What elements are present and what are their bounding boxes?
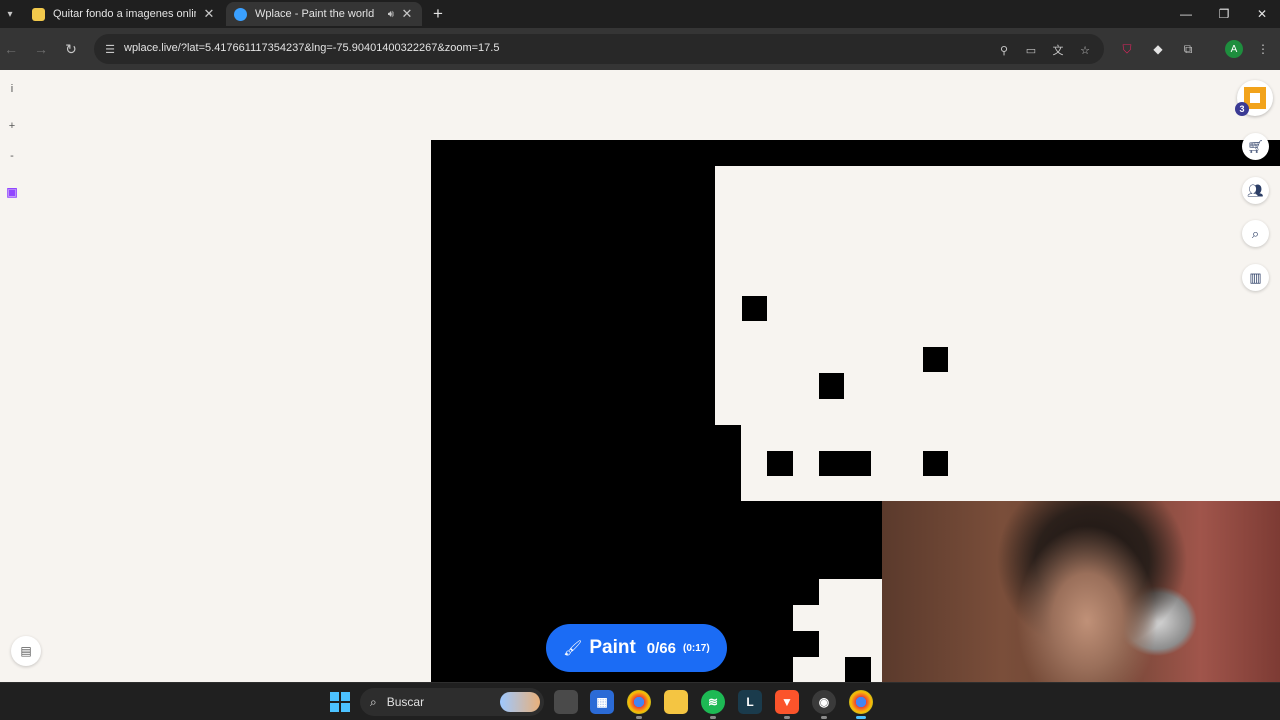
windows-taskbar: ⌕ Buscar ▦ ≋ L ▼ ◉ <box>0 682 1280 720</box>
paint-timer: (0:17) <box>683 642 710 654</box>
profile-avatar[interactable]: A <box>1225 40 1243 58</box>
tab-title: Quitar fondo a imagenes online <box>53 8 196 20</box>
install-app-icon[interactable]: ▭ <box>1023 42 1039 58</box>
canvas-pixel <box>742 296 767 321</box>
menu-kebab-icon[interactable]: ⋮ <box>1254 40 1272 58</box>
spotify-icon[interactable]: ≋ <box>701 690 725 719</box>
close-tab-icon[interactable]: ✕ <box>202 6 216 22</box>
search-icon: ⌕ <box>370 694 377 709</box>
search-highlight-image <box>500 692 540 712</box>
minimize-button[interactable]: — <box>1167 0 1205 28</box>
brush-icon: 🖌︎ <box>563 640 583 657</box>
tab-quitar-fondo[interactable]: Quitar fondo a imagenes online ✕ <box>24 2 224 26</box>
store-icon[interactable]: ▦ <box>590 690 614 714</box>
webcam-overlay <box>882 501 1280 682</box>
forward-button[interactable]: → <box>31 39 51 59</box>
canvas-pixel <box>923 347 948 372</box>
tab-title: Wplace - Paint the world <box>255 8 375 20</box>
search-location-button[interactable]: ⌕ <box>1242 220 1269 247</box>
paint-label: Paint <box>589 637 636 658</box>
canvas-white-area <box>715 166 1280 425</box>
wplace-map[interactable]: i + - ▣ 3 🛒︎ 👥︎ ⌕ ▥ ▤ 🖌︎ Paint 0/66 (0:1… <box>0 70 1280 682</box>
windows-start-button[interactable] <box>330 692 350 712</box>
new-tab-button[interactable]: + <box>428 4 448 24</box>
info-button[interactable]: i <box>4 81 20 97</box>
extension-diamond-icon[interactable]: ◆ <box>1149 40 1167 58</box>
extensions-puzzle-icon[interactable]: ⧉ <box>1179 40 1197 58</box>
canvas-white-area <box>871 657 882 682</box>
back-button[interactable]: ← <box>1 39 21 59</box>
level-badge: 3 <box>1235 102 1249 116</box>
canvas-pixel <box>923 451 948 476</box>
globe-favicon-icon <box>234 7 247 21</box>
restore-button[interactable]: ❐ <box>1205 0 1243 28</box>
twitch-icon[interactable]: ▣ <box>4 184 20 200</box>
canvas-white-area <box>819 579 882 605</box>
task-view-icon[interactable] <box>554 690 578 714</box>
chrome-profile-icon[interactable] <box>849 690 873 719</box>
canvas-pixel <box>819 451 871 476</box>
taskbar-search[interactable]: ⌕ Buscar <box>360 688 544 716</box>
shop-cart-button[interactable]: 🛒︎ <box>1242 133 1269 160</box>
brave-icon[interactable]: ▼ <box>775 690 799 719</box>
search-placeholder: Buscar <box>386 695 425 709</box>
tab-favicon-icon <box>32 7 45 21</box>
chrome-icon[interactable] <box>627 690 651 719</box>
tab-strip: ▾ Quitar fondo a imagenes online ✕ Wplac… <box>0 0 1280 28</box>
bookmark-star-icon[interactable]: ☆ <box>1077 42 1093 58</box>
canvas-pixel <box>767 451 793 476</box>
site-info-icon[interactable]: ☰ <box>100 39 120 59</box>
map-layer-toggle-button[interactable]: ▤ <box>11 636 41 666</box>
canvas-white-area <box>793 605 882 631</box>
paint-charges: 0/66 <box>646 639 676 657</box>
browser-toolbar: ← → ↻ ☰ wplace.live/?lat=5.4176611173542… <box>0 28 1280 70</box>
url-text: wplace.live/?lat=5.417661117354237&lng=-… <box>124 42 500 54</box>
obs-icon[interactable]: ◉ <box>812 690 836 719</box>
address-bar[interactable]: ☰ wplace.live/?lat=5.417661117354237&lng… <box>94 34 1104 64</box>
leaderboard-button[interactable]: ▥ <box>1242 264 1269 291</box>
close-tab-icon[interactable]: ✕ <box>400 6 414 22</box>
paint-button[interactable]: 🖌︎ Paint 0/66 (0:17) <box>546 624 727 672</box>
zoom-out-button[interactable]: - <box>4 148 20 164</box>
speaker-icon[interactable]: 🔊︎ <box>388 9 394 20</box>
extension-shield-icon[interactable]: ⛉ <box>1118 40 1136 58</box>
canvas-white-area <box>819 631 882 657</box>
tab-wplace[interactable]: Wplace - Paint the world 🔊︎ ✕ <box>226 2 422 26</box>
translate-icon[interactable]: 文 <box>1050 42 1066 58</box>
canvas-white-area <box>793 657 845 682</box>
file-explorer-icon[interactable] <box>664 690 688 714</box>
zoom-in-button[interactable]: + <box>4 118 20 134</box>
alliance-users-button[interactable]: 👥︎ <box>1242 177 1269 204</box>
canvas-pixel <box>819 373 844 399</box>
tab-search-icon[interactable]: ▾ <box>0 0 20 28</box>
location-icon[interactable]: ⚲ <box>996 42 1012 58</box>
close-window-button[interactable]: ✕ <box>1243 0 1280 28</box>
league-icon[interactable]: L <box>738 690 762 714</box>
reload-button[interactable]: ↻ <box>61 39 81 59</box>
